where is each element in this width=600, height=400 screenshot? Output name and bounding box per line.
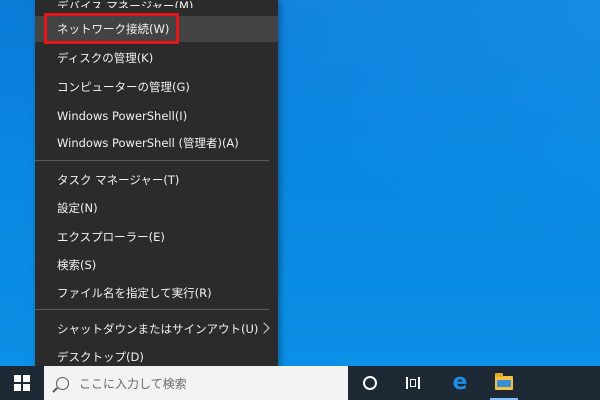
menu-item-settings[interactable]: 設定(N) — [35, 195, 278, 221]
menu-item-explorer[interactable]: エクスプローラー(E) — [35, 224, 278, 250]
menu-item-label: ファイル名を指定して実行(R) — [57, 286, 212, 300]
file-explorer-icon — [495, 373, 513, 390]
menu-item-label: デバイス マネージャー(M) — [57, 0, 194, 8]
menu-separator — [35, 160, 269, 161]
menu-item-label: 検索(S) — [57, 258, 97, 272]
menu-item-run[interactable]: ファイル名を指定して実行(R) — [35, 280, 278, 306]
edge-icon: e — [452, 370, 468, 395]
menu-item-task-manager[interactable]: タスク マネージャー(T) — [35, 167, 278, 193]
menu-separator — [35, 309, 269, 310]
menu-item-powershell[interactable]: Windows PowerShell(I) — [35, 103, 278, 129]
menu-item-computer-management[interactable]: コンピューターの管理(G) — [35, 74, 278, 100]
cortana-button[interactable] — [350, 366, 390, 400]
red-highlight-box — [44, 13, 179, 44]
menu-item-label: コンピューターの管理(G) — [57, 80, 190, 94]
taskbar-search-box[interactable]: ここに入力して検索 — [44, 366, 348, 400]
menu-item-disk-management[interactable]: ディスクの管理(K) — [35, 45, 278, 71]
windows-start-icon — [14, 375, 30, 391]
menu-item-label: 設定(N) — [57, 201, 98, 215]
menu-item-shutdown-signout[interactable]: シャットダウンまたはサインアウト(U) — [35, 316, 278, 342]
start-button[interactable] — [0, 366, 44, 400]
menu-item-label: ディスクの管理(K) — [57, 51, 154, 65]
winx-context-menu: デバイス マネージャー(M) ネットワーク接続(W) ディスクの管理(K) コン… — [35, 0, 278, 368]
search-icon — [56, 376, 69, 390]
menu-item-label: シャットダウンまたはサインアウト(U) — [57, 322, 259, 336]
menu-item-powershell-admin[interactable]: Windows PowerShell (管理者)(A) — [35, 130, 278, 156]
file-explorer-button[interactable] — [484, 366, 524, 400]
task-view-button[interactable] — [393, 366, 433, 400]
menu-item-search[interactable]: 検索(S) — [35, 252, 278, 278]
chevron-right-icon — [258, 322, 270, 334]
menu-item-label: タスク マネージャー(T) — [57, 173, 180, 187]
taskbar: ここに入力して検索 e — [0, 366, 600, 400]
cortana-icon — [363, 376, 377, 390]
edge-button[interactable]: e — [440, 366, 480, 400]
search-placeholder: ここに入力して検索 — [79, 376, 187, 391]
menu-item-label: エクスプローラー(E) — [57, 230, 165, 244]
menu-item-label: Windows PowerShell (管理者)(A) — [57, 136, 239, 150]
menu-item-device-manager[interactable]: デバイス マネージャー(M) — [35, 0, 278, 8]
task-view-icon — [406, 377, 420, 389]
menu-item-label: デスクトップ(D) — [57, 350, 144, 364]
menu-item-label: Windows PowerShell(I) — [57, 109, 188, 123]
